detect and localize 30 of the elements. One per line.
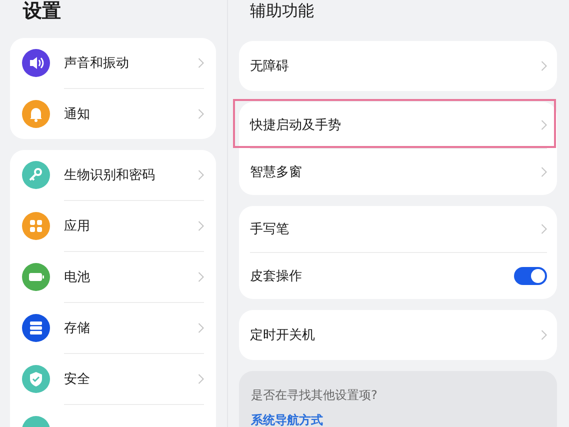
- settings-item[interactable]: 智慧多窗: [250, 163, 541, 181]
- chevron-icon: [541, 119, 547, 131]
- settings-item[interactable]: 电池: [64, 268, 198, 286]
- settings-item[interactable]: 存储: [64, 319, 198, 337]
- settings-item[interactable]: 手写笔: [250, 220, 541, 238]
- chevron-icon: [198, 57, 204, 69]
- settings-item[interactable]: 通知: [64, 105, 198, 123]
- settings-item[interactable]: 定时开关机: [250, 326, 541, 344]
- settings-item[interactable]: 应用: [64, 217, 198, 235]
- settings-item[interactable]: 快捷启动及手势: [250, 116, 541, 134]
- chevron-icon: [198, 169, 204, 181]
- chevron-icon: [541, 60, 547, 72]
- settings-item[interactable]: 声音和振动: [64, 54, 198, 72]
- settings-item[interactable]: 生物识别和密码: [64, 166, 198, 184]
- chevron-icon: [541, 329, 547, 341]
- chevron-icon: [541, 166, 547, 178]
- chevron-icon: [198, 373, 204, 385]
- chevron-icon: [541, 223, 547, 235]
- settings-item[interactable]: 无障碍: [250, 57, 541, 75]
- chevron-icon: [198, 220, 204, 232]
- chevron-icon: [198, 322, 204, 334]
- settings-item[interactable]: 皮套操作: [250, 267, 514, 285]
- section-title: 辅助功能: [249, 0, 315, 22]
- page-title: 设置: [22, 0, 62, 24]
- chevron-icon: [198, 271, 204, 283]
- chevron-icon: [198, 108, 204, 120]
- settings-item[interactable]: 安全: [64, 370, 198, 388]
- suggestion-link[interactable]: 系统导航方式: [251, 412, 323, 427]
- toggle-switch[interactable]: [514, 267, 547, 285]
- suggestion-text: 是否在寻找其他设置项?: [251, 387, 378, 404]
